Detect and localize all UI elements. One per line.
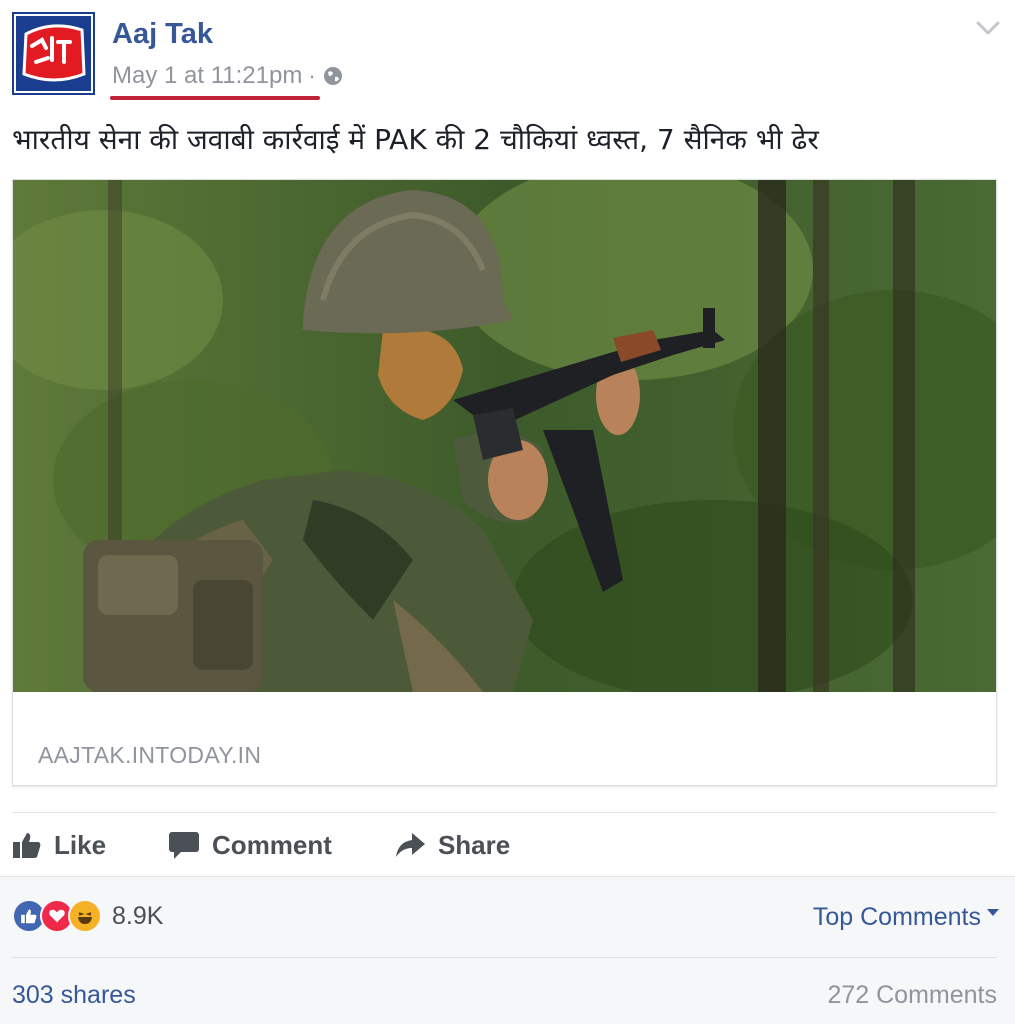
timestamp-highlight-underline — [110, 96, 320, 100]
soldier-photo[interactable] — [13, 180, 996, 692]
like-label: Like — [54, 829, 107, 860]
caret-down-icon — [987, 909, 999, 916]
haha-reaction-icon — [68, 899, 102, 933]
thumbs-up-icon — [13, 833, 41, 858]
share-button[interactable]: Share — [394, 830, 510, 861]
post-message: भारतीय सेना की जवाबी कार्रवाई में PAK की… — [12, 123, 819, 156]
comment-label: Comment — [212, 829, 332, 860]
like-button[interactable]: Like — [12, 830, 106, 861]
link-domain: AAJTAK.INTODAY.IN — [38, 742, 262, 768]
actions-top-divider — [12, 812, 997, 813]
comments-count-link[interactable]: 272 Comments — [827, 981, 997, 1010]
share-label: Share — [437, 829, 511, 860]
link-preview-card[interactable]: AAJTAK.INTODAY.IN — [12, 179, 997, 786]
post-header: Aaj Tak May 1 at 11:21pm · — [12, 12, 1002, 102]
comment-button[interactable]: Comment — [168, 830, 332, 861]
post-footer: 8.9K Top Comments 303 shares 272 Comment… — [0, 876, 1015, 1024]
aaj-tak-logo — [12, 12, 95, 95]
page-name-link[interactable]: Aaj Tak — [112, 18, 213, 51]
post-action-bar: Like Comment Share — [12, 820, 572, 870]
footer-divider — [12, 957, 997, 958]
separator-dot: · — [308, 63, 316, 88]
globe-icon[interactable] — [322, 65, 344, 87]
share-arrow-icon — [395, 833, 425, 857]
top-comments-label: Top Comments — [812, 903, 981, 931]
top-comments-dropdown[interactable]: Top Comments — [813, 903, 999, 932]
reactions-summary[interactable]: 8.9K — [12, 899, 163, 933]
page-avatar[interactable] — [12, 12, 95, 95]
shares-count-link[interactable]: 303 shares — [12, 981, 136, 1010]
post-options-chevron-icon[interactable] — [974, 16, 1002, 40]
reaction-count: 8.9K — [112, 901, 164, 930]
comment-bubble-icon — [169, 832, 200, 859]
timestamp-row: May 1 at 11:21pm · — [112, 62, 344, 90]
post-timestamp[interactable]: May 1 at 11:21pm — [112, 62, 302, 90]
